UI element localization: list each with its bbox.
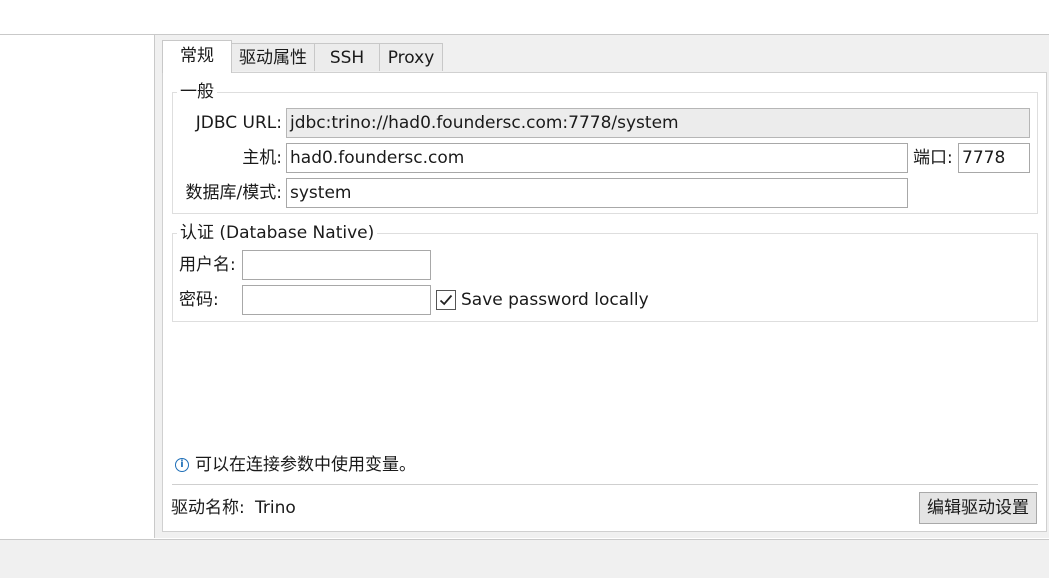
- username-field[interactable]: [242, 250, 431, 280]
- tab-ssh[interactable]: SSH: [314, 43, 380, 71]
- database-label: 数据库/模式:: [185, 183, 282, 203]
- edit-driver-settings-button[interactable]: 编辑驱动设置: [919, 492, 1037, 524]
- password-field[interactable]: [242, 285, 431, 315]
- port-label: 端口:: [913, 148, 953, 168]
- checkmark-icon: [439, 294, 453, 306]
- host-field[interactable]: had0.foundersc.com: [286, 143, 908, 173]
- tab-general[interactable]: 常规: [162, 40, 232, 73]
- top-area: [0, 0, 1049, 35]
- jdbc-url-field[interactable]: jdbc:trino://had0.foundersc.com:7778/sys…: [286, 108, 1030, 138]
- navigator-pane: [0, 35, 155, 538]
- divider: [172, 484, 1038, 485]
- auth-group-legend: 认证 (Database Native): [177, 223, 378, 243]
- driver-name-label: 驱动名称:: [171, 498, 245, 518]
- bottom-bar: [0, 539, 1049, 578]
- password-label: 密码:: [179, 290, 219, 310]
- info-icon: i: [175, 458, 189, 472]
- tab-proxy[interactable]: Proxy: [379, 43, 443, 71]
- save-password-checkbox[interactable]: [436, 290, 456, 310]
- database-field[interactable]: system: [286, 178, 908, 208]
- driver-name-value: Trino: [255, 498, 296, 518]
- port-field[interactable]: 7778: [958, 143, 1030, 173]
- jdbc-url-label: JDBC URL:: [195, 113, 282, 133]
- variables-hint-text: 可以在连接参数中使用变量。: [195, 455, 416, 475]
- save-password-label[interactable]: Save password locally: [461, 289, 649, 311]
- host-label: 主机:: [242, 148, 282, 168]
- general-group-legend: 一般: [177, 82, 217, 102]
- username-label: 用户名:: [179, 255, 236, 275]
- tab-driver-properties[interactable]: 驱动属性: [231, 43, 315, 71]
